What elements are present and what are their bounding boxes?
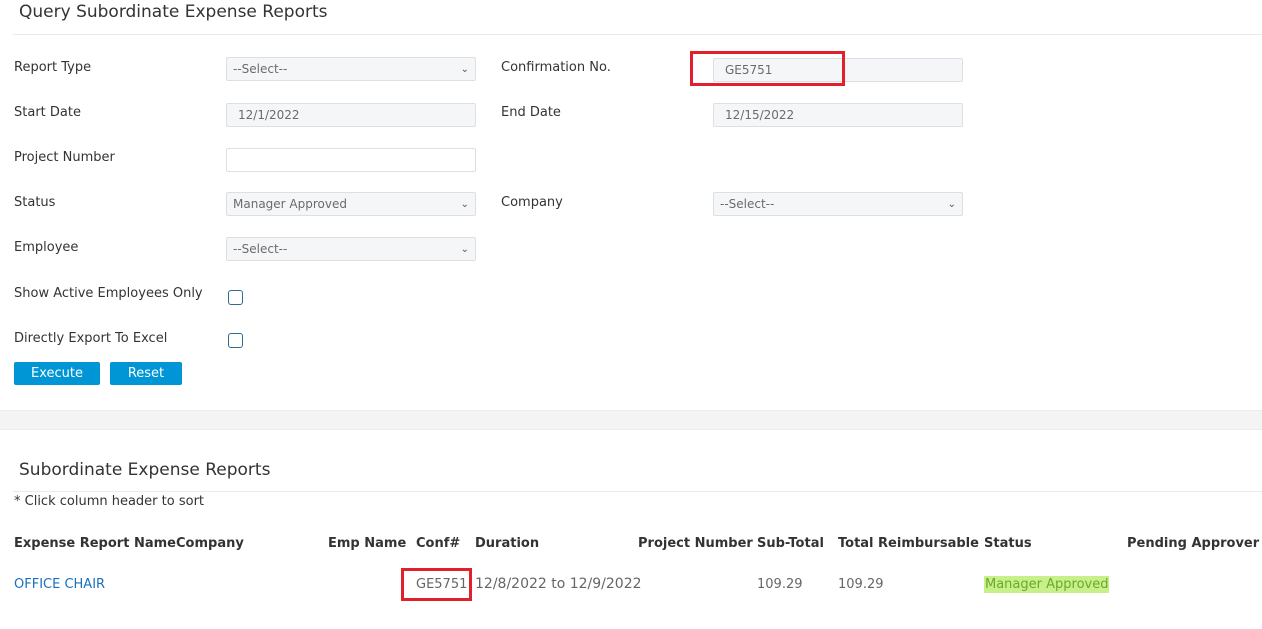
column-header-duration[interactable]: Duration	[475, 536, 539, 551]
chevron-down-icon: ⌄	[460, 63, 469, 75]
duration-cell: 12/8/2022 to 12/9/2022	[475, 576, 642, 592]
column-header-expense-report-name[interactable]: Expense Report Name	[14, 536, 176, 551]
chevron-down-icon: ⌄	[460, 243, 469, 255]
company-label: Company	[501, 195, 563, 210]
end-date-input[interactable]: 12/15/2022	[713, 103, 963, 127]
report-type-select[interactable]: --Select-- ⌄	[226, 57, 476, 81]
employee-label: Employee	[14, 240, 79, 255]
show-active-checkbox[interactable]	[228, 290, 243, 305]
execute-button[interactable]: Execute	[14, 362, 100, 385]
chevron-down-icon: ⌄	[460, 198, 469, 210]
project-number-label: Project Number	[14, 150, 115, 165]
employee-value: --Select--	[233, 242, 288, 256]
subtotal-cell: 109.29	[757, 577, 803, 592]
company-value: --Select--	[720, 197, 775, 211]
chevron-down-icon: ⌄	[947, 198, 956, 210]
export-excel-label: Directly Export To Excel	[14, 331, 168, 346]
highlight-box	[690, 51, 845, 86]
project-number-input[interactable]	[226, 148, 476, 172]
end-date-value: 12/15/2022	[725, 108, 795, 122]
column-header-sub-total[interactable]: Sub-Total	[757, 536, 824, 551]
column-header-status[interactable]: Status	[984, 536, 1032, 551]
divider	[13, 34, 1262, 35]
divider	[13, 491, 1262, 492]
report-type-label: Report Type	[14, 60, 92, 75]
start-date-value: 12/1/2022	[238, 108, 300, 122]
column-header-project-number[interactable]: Project Number	[638, 536, 753, 551]
employee-select[interactable]: --Select-- ⌄	[226, 237, 476, 261]
sort-hint: * Click column header to sort	[14, 494, 205, 509]
column-header-company[interactable]: Company	[176, 536, 244, 551]
show-active-label: Show Active Employees Only	[14, 286, 203, 301]
column-header-total-reimbursable[interactable]: Total Reimbursable	[838, 536, 979, 551]
reset-button[interactable]: Reset	[110, 362, 182, 385]
report-name-link[interactable]: OFFICE CHAIR	[14, 577, 105, 592]
confirmation-no-label: Confirmation No.	[501, 60, 611, 75]
column-header-conf[interactable]: Conf#	[416, 536, 460, 551]
status-select[interactable]: Manager Approved ⌄	[226, 192, 476, 216]
results-title: Subordinate Expense Reports	[19, 460, 271, 480]
column-header-emp-name[interactable]: Emp Name	[328, 536, 406, 551]
status-cell: Manager Approved	[984, 576, 1110, 593]
start-date-input[interactable]: 12/1/2022	[226, 103, 476, 127]
status-value: Manager Approved	[233, 197, 347, 211]
status-badge: Manager Approved	[984, 576, 1110, 593]
end-date-label: End Date	[501, 105, 561, 120]
report-type-value: --Select--	[233, 62, 288, 76]
highlight-box	[401, 568, 472, 601]
query-title: Query Subordinate Expense Reports	[19, 2, 328, 22]
total-reimbursable-cell: 109.29	[838, 577, 884, 592]
section-separator	[0, 410, 1262, 430]
status-label: Status	[14, 195, 56, 210]
export-excel-checkbox[interactable]	[228, 333, 243, 348]
column-header-pending-approver[interactable]: Pending Approver	[1127, 536, 1259, 551]
start-date-label: Start Date	[14, 105, 81, 120]
company-select[interactable]: --Select-- ⌄	[713, 192, 963, 216]
